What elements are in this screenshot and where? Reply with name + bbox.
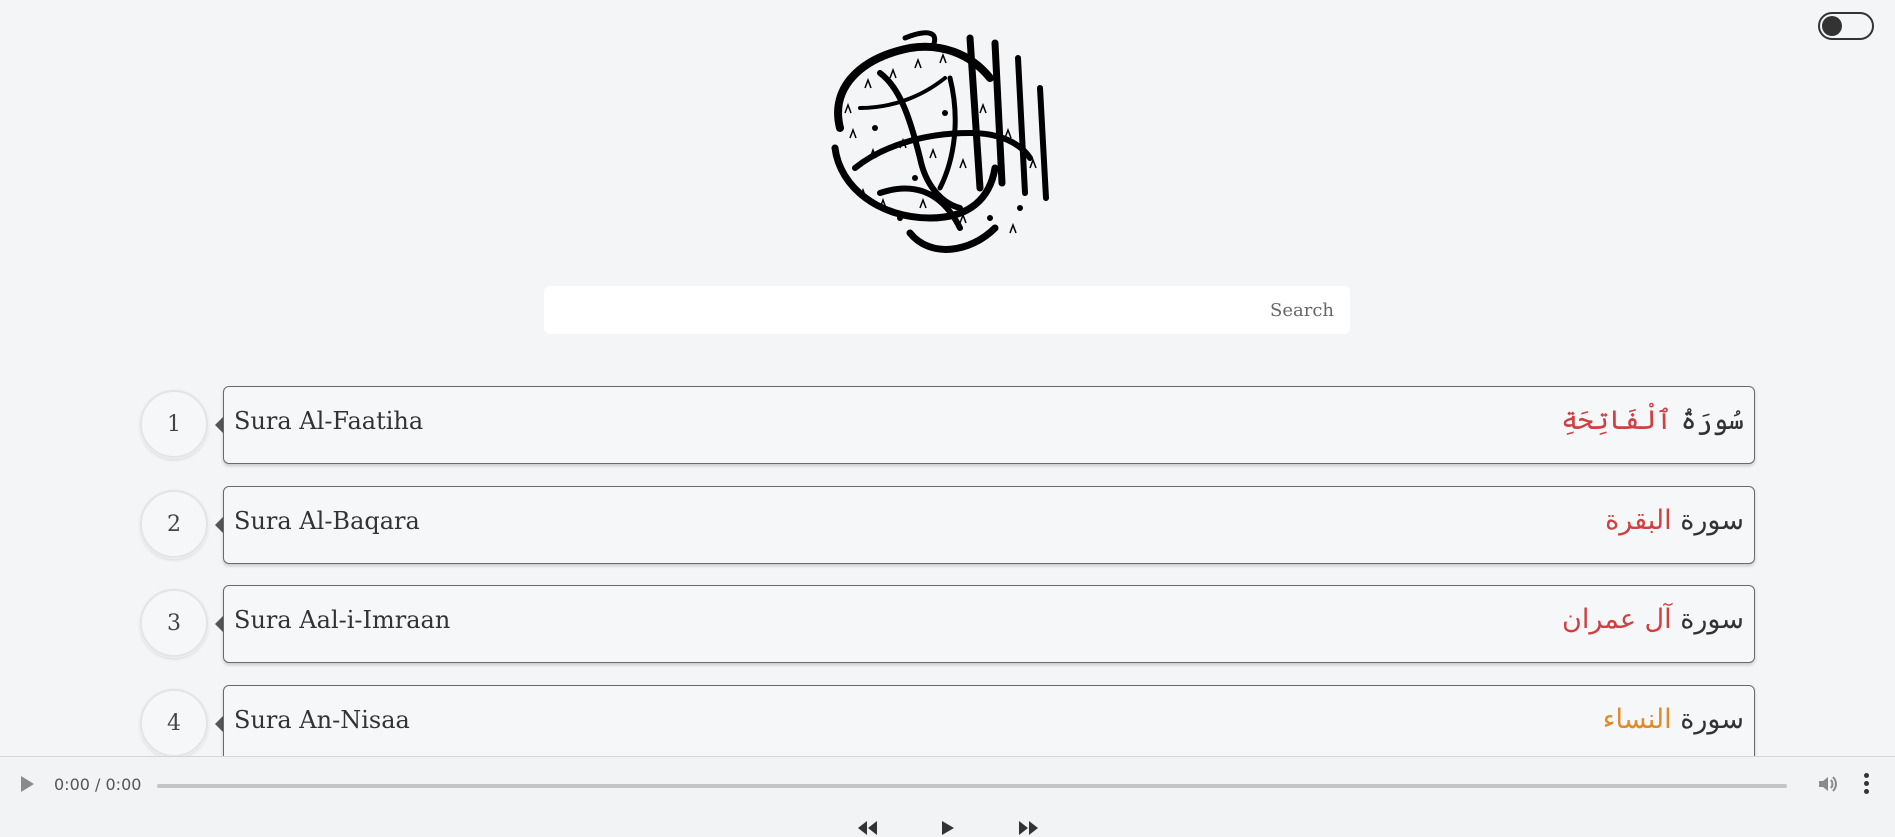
sura-number: 4	[140, 689, 208, 757]
sura-english-name: Sura Al-Baqara	[234, 507, 420, 535]
sura-arabic-name: سورة آل عمران	[1562, 604, 1744, 635]
sura-arabic-name: سُورَةُ ٱلْفَاتِحَةِ	[1561, 405, 1744, 436]
sura-card[interactable]: Sura Al-Faatiha سُورَةُ ٱلْفَاتِحَةِ	[223, 386, 1755, 464]
arabic-base: سورة	[1671, 505, 1744, 536]
theme-toggle[interactable]	[1818, 12, 1874, 40]
rewind-icon[interactable]	[856, 819, 880, 837]
audio-player: 0:00 / 0:00	[0, 756, 1895, 837]
arabic-base: سورة	[1671, 704, 1744, 735]
sura-card[interactable]: Sura An-Nisaa سورة النساء	[223, 685, 1755, 763]
arabic-base: سُورَةُ	[1672, 405, 1744, 436]
sura-number: 3	[140, 589, 208, 657]
arabic-highlight: ٱلْفَاتِحَةِ	[1561, 405, 1673, 436]
sura-row[interactable]: 3 Sura Aal-i-Imraan سورة آل عمران	[0, 585, 1895, 665]
sura-english-name: Sura Al-Faatiha	[234, 407, 424, 435]
sura-number: 1	[140, 390, 208, 458]
pointer-arrow	[215, 616, 223, 632]
arabic-highlight: النساء	[1602, 704, 1672, 735]
sura-english-name: Sura Aal-i-Imraan	[234, 606, 451, 634]
sura-row[interactable]: 4 Sura An-Nisaa سورة النساء	[0, 685, 1895, 765]
toggle-knob	[1822, 16, 1842, 36]
time-display: 0:00 / 0:00	[54, 775, 142, 794]
sura-english-name: Sura An-Nisaa	[234, 706, 410, 734]
sura-card[interactable]: Sura Al-Baqara سورة البقرة	[223, 486, 1755, 564]
search-input[interactable]	[544, 286, 1350, 334]
play-button-icon[interactable]	[938, 819, 956, 837]
quran-calligraphy-logo	[831, 30, 1049, 253]
sura-number: 2	[140, 490, 208, 558]
pointer-arrow	[215, 517, 223, 533]
fast-forward-icon[interactable]	[1016, 819, 1040, 837]
sura-row[interactable]: 2 Sura Al-Baqara سورة البقرة	[0, 486, 1895, 566]
sura-arabic-name: سورة البقرة	[1605, 505, 1744, 536]
play-icon[interactable]	[21, 776, 34, 792]
progress-bar[interactable]	[157, 784, 1787, 788]
more-options-icon[interactable]	[1862, 773, 1872, 795]
arabic-highlight: آل عمران	[1562, 604, 1672, 635]
arabic-base: سورة	[1671, 604, 1744, 635]
sura-card[interactable]: Sura Aal-i-Imraan سورة آل عمران	[223, 585, 1755, 663]
sura-arabic-name: سورة النساء	[1603, 704, 1744, 735]
sura-row[interactable]: 1 Sura Al-Faatiha سُورَةُ ٱلْفَاتِحَةِ	[0, 386, 1895, 466]
arabic-highlight: البقرة	[1605, 505, 1672, 536]
volume-icon[interactable]	[1816, 772, 1840, 796]
pointer-arrow	[215, 716, 223, 732]
pointer-arrow	[215, 417, 223, 433]
